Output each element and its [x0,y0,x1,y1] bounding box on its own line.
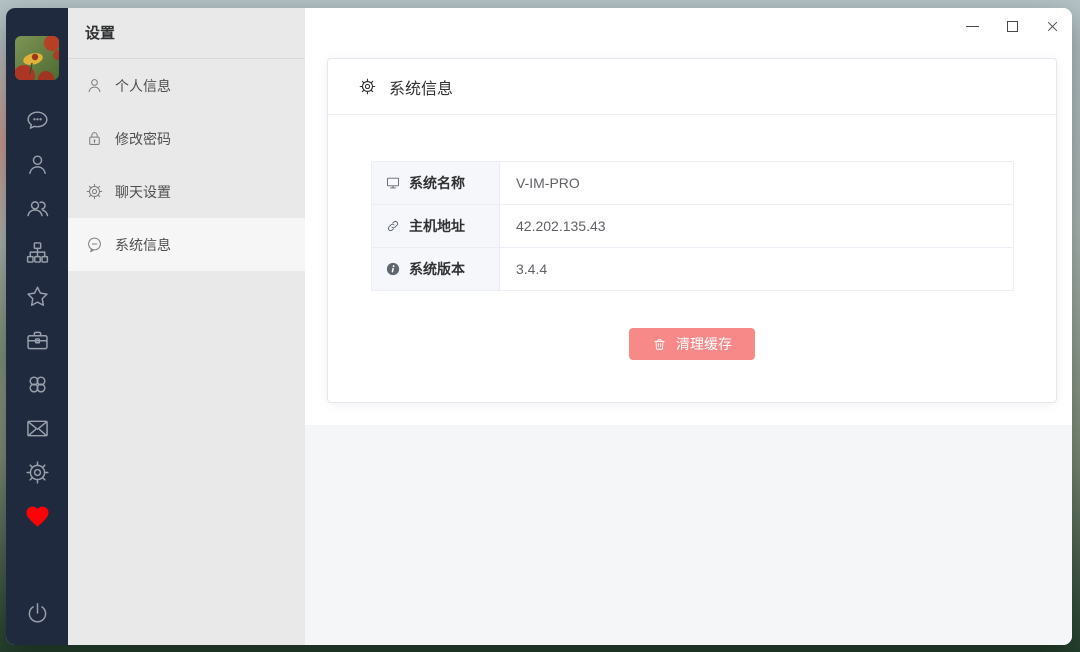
row-value: 42.202.135.43 [516,218,606,234]
settings-sidebar: 设置 个人信息 修改密码 聊天设置 系统信息 [68,8,305,645]
avatar-image [15,36,59,80]
sidebar-item-chat-settings[interactable]: 聊天设置 [68,165,305,218]
org-tree-icon[interactable] [15,230,59,274]
sidebar-item-label: 个人信息 [115,77,171,94]
user-icon [85,76,104,95]
row-label-cell: 主机地址 [372,205,500,247]
sidebar-item-label: 系统信息 [115,236,171,253]
row-value: V-IM-PRO [516,175,580,191]
sidebar-title: 设置 [68,8,305,59]
close-icon [1046,20,1059,33]
app-window: 设置 个人信息 修改密码 聊天设置 系统信息 系统信息 系统名称 V-IM-PR… [6,8,1072,645]
row-value: 3.4.4 [516,261,548,277]
row-label: 主机地址 [409,218,465,234]
sidebar-item-system-info[interactable]: 系统信息 [68,218,305,271]
favorites-star-icon[interactable] [15,274,59,318]
link-icon [385,218,401,234]
sidebar-item-label: 修改密码 [115,130,171,147]
power-icon[interactable] [15,591,59,635]
sidebar-item-personal-info[interactable]: 个人信息 [68,59,305,112]
contacts-icon[interactable] [15,142,59,186]
table-row: 系统版本 3.4.4 [372,248,1013,291]
row-label: 系统版本 [409,261,465,277]
monitor-icon [385,175,401,191]
table-row: 主机地址 42.202.135.43 [372,205,1013,248]
sidebar-item-change-password[interactable]: 修改密码 [68,112,305,165]
row-label-cell: 系统名称 [372,162,500,204]
button-row: 清理缓存 [328,328,1056,360]
groups-icon[interactable] [15,186,59,230]
row-label-cell: 系统版本 [372,248,500,290]
card-title: 系统信息 [389,80,454,98]
main-content: 系统信息 系统名称 V-IM-PRO 主机地址 42.202.135.43 系统… [305,8,1072,645]
trash-icon [652,337,667,352]
comment-icon [85,235,104,254]
lock-icon [85,129,104,148]
workspace-briefcase-icon[interactable] [15,318,59,362]
card-header: 系统信息 [328,59,1056,115]
info-icon [385,261,401,277]
heart-icon[interactable] [15,494,59,538]
chat-icon[interactable] [15,98,59,142]
avatar[interactable] [15,36,59,80]
gear-icon [358,77,377,96]
maximize-icon [1006,20,1018,32]
system-info-card: 系统信息 系统名称 V-IM-PRO 主机地址 42.202.135.43 系统… [327,58,1057,403]
minimize-icon [965,25,979,27]
table-row: 系统名称 V-IM-PRO [372,162,1013,205]
clear-cache-label: 清理缓存 [676,336,732,352]
system-info-table: 系统名称 V-IM-PRO 主机地址 42.202.135.43 系统版本 3.… [371,161,1014,291]
close-button[interactable] [1044,18,1060,34]
row-label: 系统名称 [409,175,465,191]
sidebar-item-label: 聊天设置 [115,183,171,200]
window-controls [964,18,1060,34]
nav-rail [6,8,68,645]
minimize-button[interactable] [964,18,980,34]
apps-icon[interactable] [15,362,59,406]
rail-nav [15,98,59,538]
settings-gear-icon[interactable] [15,450,59,494]
mail-icon[interactable] [15,406,59,450]
gear-icon [85,182,104,201]
maximize-button[interactable] [1004,18,1020,34]
clear-cache-button[interactable]: 清理缓存 [629,328,755,360]
